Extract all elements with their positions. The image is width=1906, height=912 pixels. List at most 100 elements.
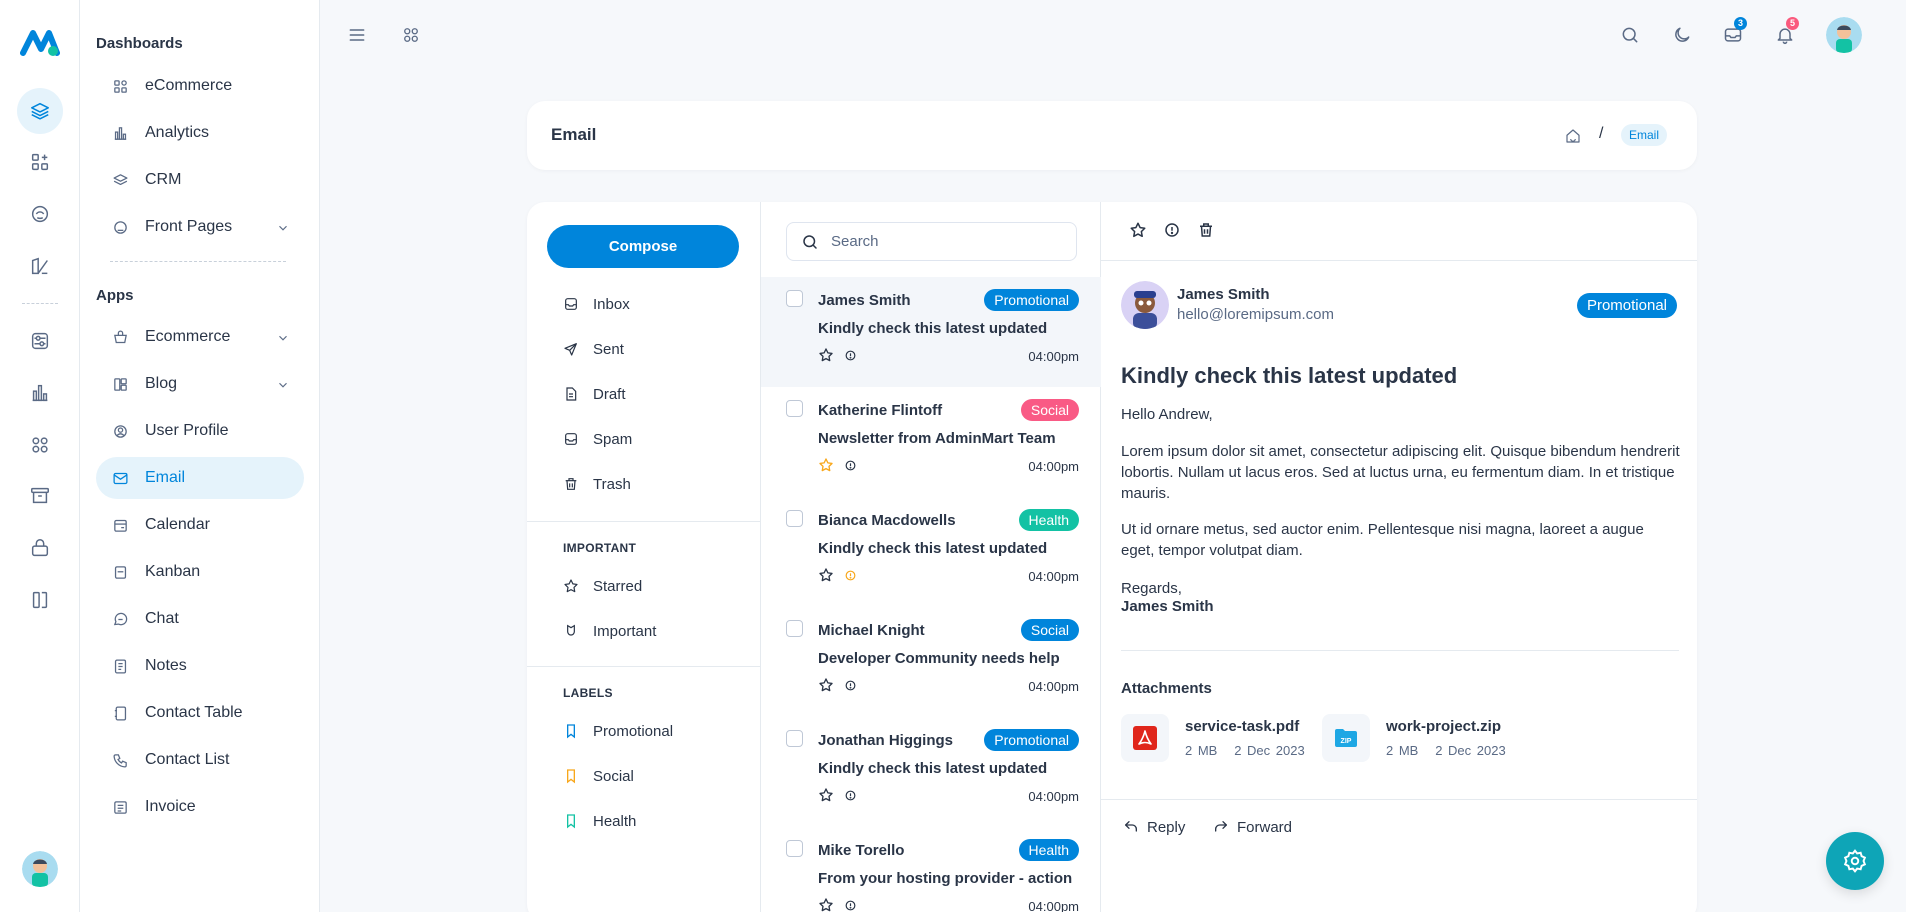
folder-label: Starred (593, 577, 643, 595)
dark-mode-moon-icon[interactable] (1671, 24, 1693, 46)
folder-spam[interactable]: Spam (563, 427, 632, 451)
rail-widgets-icon[interactable] (17, 422, 63, 468)
invoice-icon (114, 800, 127, 814)
notes-icon (114, 658, 127, 674)
rail-settings-icon[interactable] (17, 318, 63, 364)
sidebar-item-contact-table[interactable]: Contact Table (96, 692, 304, 734)
apps-grid-icon[interactable] (400, 24, 422, 46)
mail-select-checkbox[interactable] (786, 290, 803, 307)
search-icon[interactable] (1619, 24, 1641, 46)
theme-settings-button[interactable] (1826, 832, 1884, 890)
attachment-size: 2 MB (1185, 743, 1218, 758)
sidebar-item-ecommerce[interactable]: Ecommerce (96, 316, 304, 358)
mail-select-checkbox[interactable] (786, 730, 803, 747)
sidebar-item-analytics[interactable]: Analytics (96, 112, 304, 154)
folder-trash[interactable]: Trash (563, 472, 631, 496)
mail-list-item[interactable]: Mike Torello Health From your hosting prov… (761, 827, 1101, 912)
mail-sender: Mike Torello (818, 842, 905, 859)
reader-divider (1121, 650, 1679, 651)
star-icon[interactable] (818, 347, 834, 363)
attachment-meta: 2 MB 2 Dec 2023 (1185, 743, 1305, 758)
user-avatar[interactable] (22, 851, 58, 887)
reader-divider (1101, 799, 1697, 800)
sidebar-item-label: eCommerce (145, 77, 233, 94)
chevron-down-icon (279, 225, 287, 231)
rail-layers-icon[interactable] (17, 88, 63, 134)
star-icon[interactable] (818, 567, 834, 583)
rail-pages-icon[interactable] (17, 243, 63, 289)
sidebar-item-front-pages[interactable]: Front Pages (96, 206, 304, 248)
attachment-item[interactable]: ZIP work-project.zip 2 MB 2 Dec 2023 (1322, 712, 1522, 764)
folder-draft[interactable]: Draft (563, 382, 626, 406)
sidebar-item-crm[interactable]: CRM (96, 159, 304, 201)
sidebar-item-blog[interactable]: Blog (96, 363, 304, 405)
sidebar-item-notes[interactable]: Notes (96, 645, 304, 687)
mail-list-item[interactable]: Bianca Macdowells Health Kindly check this… (761, 497, 1101, 607)
star-icon[interactable] (818, 787, 834, 803)
sidebar-item-label: Email (145, 469, 186, 486)
mail-list-item[interactable]: James Smith Promotional Kindly check this … (761, 277, 1101, 387)
folder-important[interactable]: Important (563, 619, 656, 643)
label-promotional[interactable]: Promotional (563, 719, 673, 743)
file-icon (566, 387, 577, 401)
important-icon[interactable] (844, 789, 857, 802)
important-icon[interactable] (844, 899, 857, 912)
rail-book-icon[interactable] (17, 577, 63, 623)
mail-select-checkbox[interactable] (786, 840, 803, 857)
brand-logo-icon[interactable] (20, 27, 60, 59)
folder-inbox[interactable]: Inbox (563, 292, 630, 316)
chevron-down-icon (279, 335, 287, 341)
rail-archive-icon[interactable] (17, 473, 63, 519)
notifications-bell-icon[interactable]: 5 (1774, 17, 1799, 46)
star-icon[interactable] (818, 897, 834, 912)
profile-avatar[interactable] (1826, 17, 1862, 53)
mail-list-item[interactable]: Jonathan Higgings Promotional Kindly check… (761, 717, 1101, 827)
forward-button[interactable]: Forward (1213, 816, 1292, 838)
rail-chart-icon[interactable] (17, 370, 63, 416)
sidebar-item-user-profile[interactable]: User Profile (96, 410, 304, 452)
sidebar-item-email[interactable]: Email (96, 457, 304, 499)
sidebar-item-ecommerce-dashboard[interactable]: eCommerce (96, 65, 304, 107)
label-health[interactable]: Health (563, 809, 636, 833)
label-social[interactable]: Social (563, 764, 634, 788)
star-icon[interactable] (818, 677, 834, 693)
star-icon[interactable] (818, 457, 834, 473)
search-input[interactable] (831, 233, 1051, 250)
sidebar-item-kanban[interactable]: Kanban (96, 551, 304, 593)
label-name: Promotional (593, 722, 674, 740)
attachment-item[interactable]: service-task.pdf 2 MB 2 Dec 2023 (1121, 712, 1311, 764)
star-icon[interactable] (1129, 221, 1147, 239)
compose-button[interactable]: Compose (547, 225, 739, 268)
important-icon[interactable] (844, 459, 857, 472)
mail-time: 04:00pm (1028, 899, 1079, 912)
rail-lock-icon[interactable] (17, 525, 63, 571)
sidebar-item-label: Contact Table (145, 704, 243, 721)
folder-starred[interactable]: Starred (563, 574, 642, 598)
rail-apps-icon[interactable] (17, 139, 63, 185)
sender-email: hello@loremipsum.com (1177, 306, 1334, 323)
sidebar-item-contact-list[interactable]: Contact List (96, 739, 304, 781)
breadcrumb-home-icon[interactable] (1564, 127, 1582, 145)
important-icon[interactable] (844, 569, 857, 582)
trash-icon[interactable] (1197, 221, 1215, 239)
reply-button[interactable]: Reply (1123, 816, 1185, 838)
info-icon[interactable] (1163, 221, 1181, 239)
messages-icon[interactable]: 3 (1722, 17, 1747, 46)
mail-select-checkbox[interactable] (786, 400, 803, 417)
mail-list-item[interactable]: Michael Knight Social Developer Community … (761, 607, 1101, 717)
user-circle-icon (114, 424, 127, 438)
folder-sent[interactable]: Sent (563, 337, 624, 361)
messages-count-badge: 3 (1734, 17, 1747, 30)
important-icon[interactable] (844, 679, 857, 692)
sidebar-item-invoice[interactable]: Invoice (96, 786, 304, 828)
mail-select-checkbox[interactable] (786, 510, 803, 527)
mail-time: 04:00pm (1028, 789, 1079, 804)
mail-list-item[interactable]: Katherine Flintoff Social Newsletter from … (761, 387, 1101, 497)
sidebar-item-chat[interactable]: Chat (96, 598, 304, 640)
important-icon[interactable] (844, 349, 857, 362)
menu-toggle-icon[interactable] (346, 24, 368, 46)
mail-select-checkbox[interactable] (786, 620, 803, 637)
sidebar-item-label: User Profile (145, 422, 229, 439)
sidebar-item-calendar[interactable]: Calendar (96, 504, 304, 546)
rail-stickers-icon[interactable] (17, 191, 63, 237)
